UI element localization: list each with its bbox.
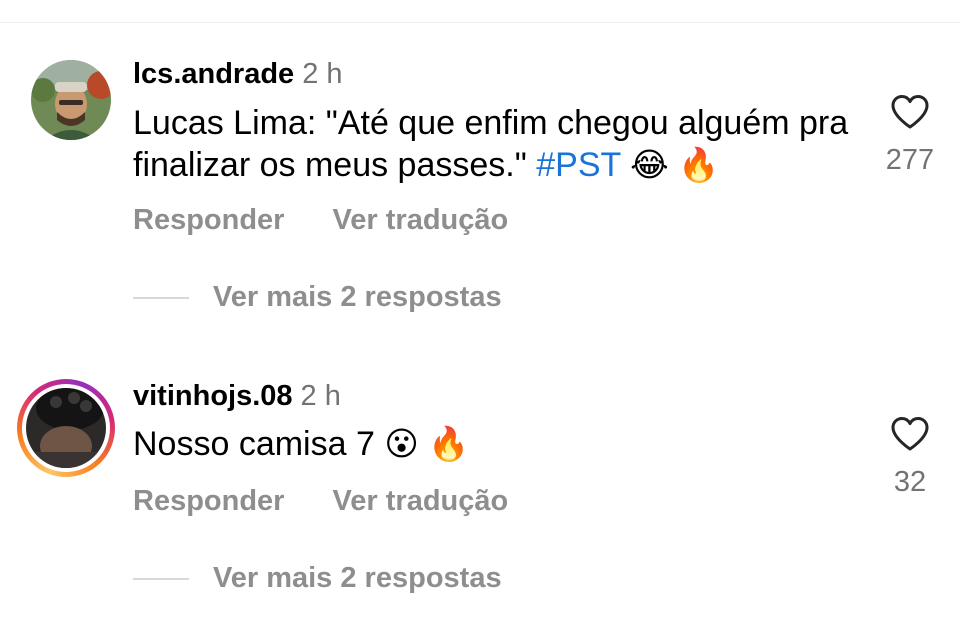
comment-actions: Responder Ver tradução (133, 204, 548, 237)
view-replies[interactable]: Ver mais 2 respostas (133, 562, 502, 595)
heart-icon[interactable] (880, 416, 940, 452)
comment-time: 2 h (302, 58, 343, 90)
translate-button[interactable]: Ver tradução (333, 204, 509, 236)
avatar[interactable] (26, 388, 106, 468)
fire-emoji: 🔥 (428, 424, 470, 463)
avatar[interactable] (31, 60, 111, 140)
comment-body: Lucas Lima: "Até que enfim chegou alguém… (133, 104, 849, 184)
top-divider (0, 22, 960, 23)
heart-icon[interactable] (880, 94, 940, 130)
replies-divider (133, 578, 189, 581)
username-line: lcs.andrade 2 h (133, 57, 343, 91)
replies-divider (133, 297, 189, 300)
view-replies[interactable]: Ver mais 2 respostas (133, 281, 502, 314)
reply-button[interactable]: Responder (133, 485, 284, 517)
comment-text: Lucas Lima: "Até que enfim chegou alguém… (133, 102, 853, 186)
fire-emoji: 🔥 (678, 145, 720, 184)
username[interactable]: lcs.andrade (133, 58, 294, 90)
view-replies-label[interactable]: Ver mais 2 respostas (213, 281, 502, 313)
like-count: 277 (885, 144, 935, 176)
comment-actions: Responder Ver tradução (133, 485, 548, 518)
laughing-emoji: 😂 (630, 145, 669, 184)
reply-button[interactable]: Responder (133, 204, 284, 236)
comment-time: 2 h (300, 380, 341, 412)
comment-text: Nosso camisa 7 😮 🔥 (133, 423, 853, 465)
surprised-emoji: 😮 (384, 424, 419, 463)
username-line: vitinhojs.08 2 h (133, 379, 341, 413)
like-count: 32 (893, 466, 927, 498)
translate-button[interactable]: Ver tradução (333, 485, 509, 517)
comment-body: Nosso camisa 7 (133, 425, 375, 463)
like-control: 277 (880, 94, 940, 177)
username[interactable]: vitinhojs.08 (133, 380, 293, 412)
view-replies-label[interactable]: Ver mais 2 respostas (213, 562, 502, 594)
hashtag-link[interactable]: #PST (536, 146, 620, 184)
like-control: 32 (880, 416, 940, 499)
